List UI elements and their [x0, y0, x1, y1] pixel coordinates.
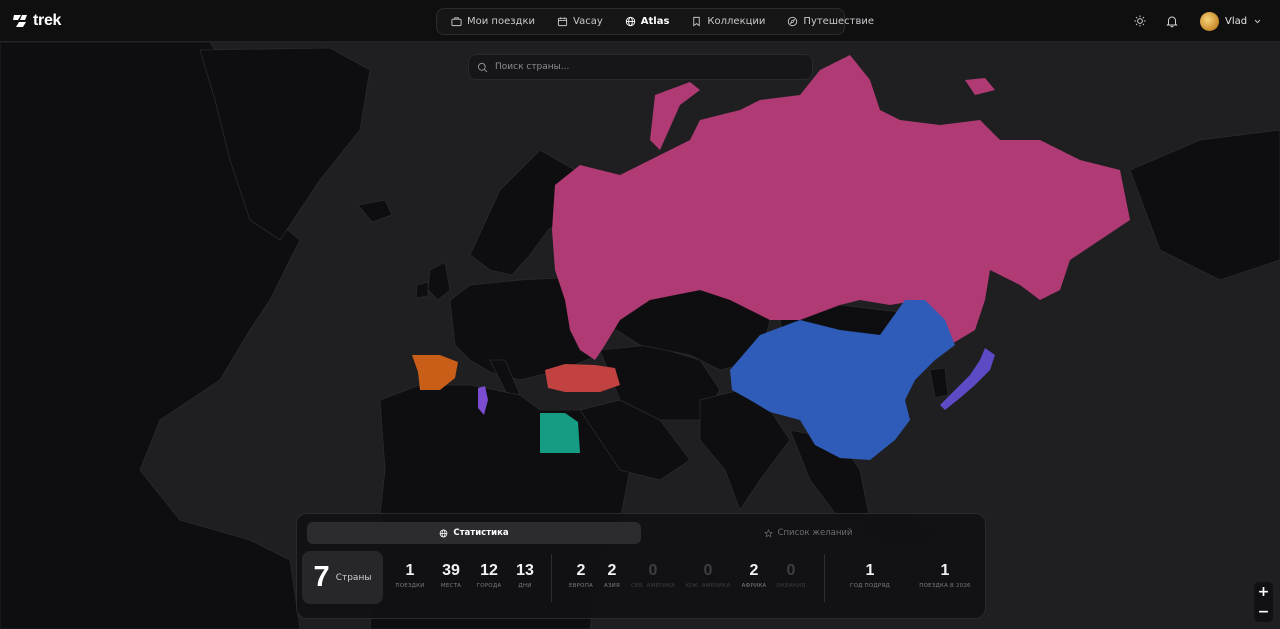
- nav-label: Мои поездки: [467, 16, 536, 27]
- stat-oceania: 0 океания: [756, 562, 826, 589]
- tab-statistics[interactable]: Статистика: [307, 522, 641, 544]
- star-icon: [763, 528, 773, 537]
- tab-label: Список желаний: [777, 528, 853, 538]
- stat-label: поездка в 2026: [919, 583, 971, 589]
- search-input[interactable]: [495, 62, 795, 72]
- calendar-icon: [557, 17, 568, 27]
- app-name: trek: [33, 12, 62, 29]
- stats-panel: Статистика Список желаний 7 Страны 1 пое…: [296, 513, 986, 619]
- app-root: trek Мои поездки Vacay Atlas Коллекции П…: [0, 0, 1280, 629]
- tab-label: Статистика: [453, 528, 509, 538]
- bookmark-icon: [693, 16, 701, 27]
- app-logo[interactable]: trek: [12, 12, 61, 30]
- zoom-controls: + −: [1254, 582, 1273, 622]
- nav-my-trips[interactable]: Мои поездки: [441, 11, 545, 32]
- tab-wishlist[interactable]: Список желаний: [641, 522, 975, 544]
- logo-icon: [13, 15, 27, 27]
- nav-label: Atlas: [640, 16, 670, 27]
- nav-label: Vacay: [573, 16, 603, 27]
- countries-label: Страны: [335, 572, 372, 583]
- country-japan[interactable]: [940, 348, 995, 410]
- stat-value: 0: [786, 562, 796, 579]
- country-turkey[interactable]: [545, 364, 620, 392]
- stat-streak-years: 1 год подряд: [835, 562, 905, 589]
- globe-icon: [625, 16, 635, 27]
- user-name: Vlad: [1225, 16, 1248, 27]
- user-menu[interactable]: Vlad: [1200, 12, 1262, 31]
- avatar: [1200, 12, 1219, 31]
- nav-atlas[interactable]: Atlas: [615, 11, 680, 32]
- countries-count: 7: [313, 561, 330, 593]
- nav-label: Путешествие: [803, 16, 875, 27]
- stat-value: 1: [865, 562, 875, 579]
- country-search: [468, 54, 813, 80]
- stat-trips-this-year: 1 поездка в 2026: [910, 562, 980, 589]
- compass-icon: [788, 16, 798, 27]
- chevron-down-icon: [1254, 19, 1261, 24]
- briefcase-icon: [451, 17, 462, 27]
- countries-card: 7 Страны: [302, 551, 383, 604]
- zoom-in-button[interactable]: +: [1258, 585, 1270, 599]
- nav-label: Коллекции: [707, 16, 766, 27]
- globe-icon: [440, 529, 448, 537]
- stats-divider: [824, 554, 825, 602]
- search-icon: [477, 62, 488, 72]
- nav-collections[interactable]: Коллекции: [681, 11, 775, 32]
- stats-tabs: Статистика Список желаний: [307, 522, 975, 544]
- main-nav: Мои поездки Vacay Atlas Коллекции Путеше…: [436, 8, 874, 35]
- sun-icon[interactable]: [1133, 14, 1147, 28]
- stat-value: 1: [940, 562, 950, 579]
- nav-journey[interactable]: Путешествие: [777, 11, 884, 32]
- bell-icon[interactable]: [1165, 14, 1179, 28]
- top-bar: trek Мои поездки Vacay Atlas Коллекции П…: [0, 0, 1280, 42]
- stat-label: океания: [776, 583, 806, 589]
- zoom-out-button[interactable]: −: [1258, 605, 1270, 619]
- nav-vacay[interactable]: Vacay: [547, 11, 613, 32]
- stat-label: год подряд: [850, 583, 890, 589]
